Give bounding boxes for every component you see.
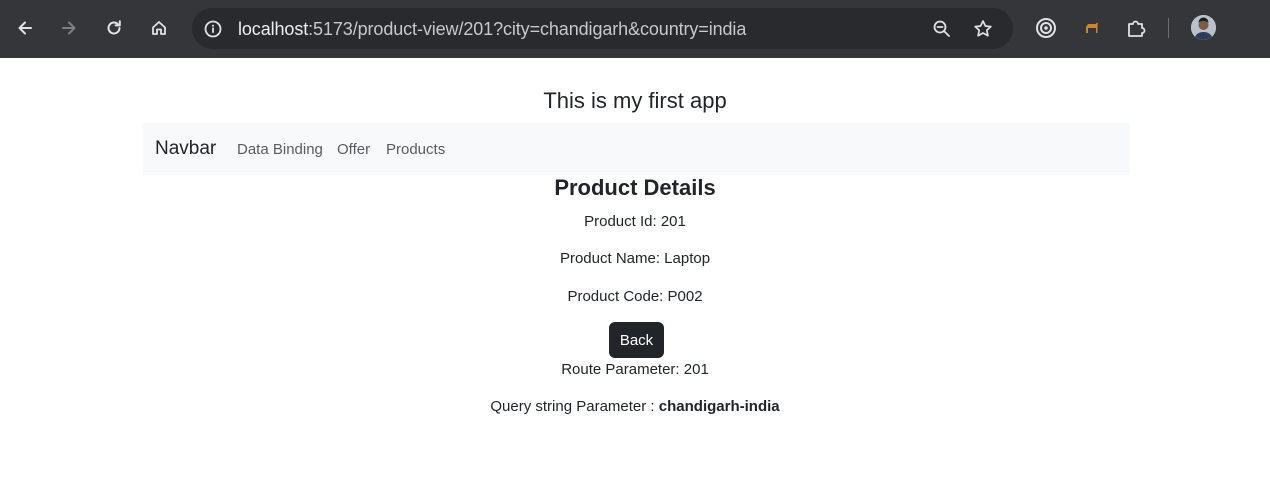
- product-id: Product Id: 201: [584, 213, 686, 230]
- extensions-puzzle-icon[interactable]: [1124, 15, 1150, 41]
- star-icon[interactable]: [972, 18, 994, 40]
- reload-icon[interactable]: [99, 13, 129, 43]
- product-name: Product Name: Laptop: [559, 250, 711, 267]
- forward-arrow-icon[interactable]: [54, 13, 84, 43]
- home-icon[interactable]: [144, 13, 174, 43]
- navbar-brand[interactable]: Navbar: [155, 138, 216, 160]
- product-details-title: Product Details: [554, 175, 716, 200]
- url-host: localhost: [238, 19, 309, 39]
- route-parameter: Route Parameter: 201: [561, 361, 709, 378]
- nav-link-offer[interactable]: Offer: [337, 141, 370, 158]
- browser-toolbar: localhost:5173/product-view/201?city=cha…: [0, 0, 1270, 58]
- extension-animal-icon[interactable]: [1079, 15, 1105, 41]
- url-text[interactable]: localhost:5173/product-view/201?city=cha…: [238, 18, 746, 40]
- navbar: Navbar Data Binding Offer Products: [143, 123, 1130, 175]
- back-arrow-icon[interactable]: [10, 13, 40, 43]
- query-label: Query string Parameter :: [490, 398, 659, 415]
- url-path: :5173/product-view/201?city=chandigarh&c…: [308, 19, 747, 39]
- query-string-parameter: Query string Parameter : chandigarh-indi…: [0, 398, 1270, 415]
- nav-link-data-binding[interactable]: Data Binding: [237, 141, 323, 158]
- app-title: This is my first app: [543, 88, 727, 113]
- site-info-icon[interactable]: [203, 19, 223, 39]
- toolbar-separator: [1168, 18, 1169, 38]
- query-value: chandigarh-india: [658, 398, 780, 415]
- extension-target-icon[interactable]: [1033, 15, 1059, 41]
- product-code: Product Code: P002: [567, 288, 703, 305]
- address-bar[interactable]: localhost:5173/product-view/201?city=cha…: [192, 8, 1013, 49]
- back-button[interactable]: Back: [609, 322, 664, 358]
- zoom-icon[interactable]: [931, 18, 953, 40]
- profile-avatar[interactable]: [1191, 15, 1216, 40]
- nav-link-products[interactable]: Products: [386, 141, 445, 158]
